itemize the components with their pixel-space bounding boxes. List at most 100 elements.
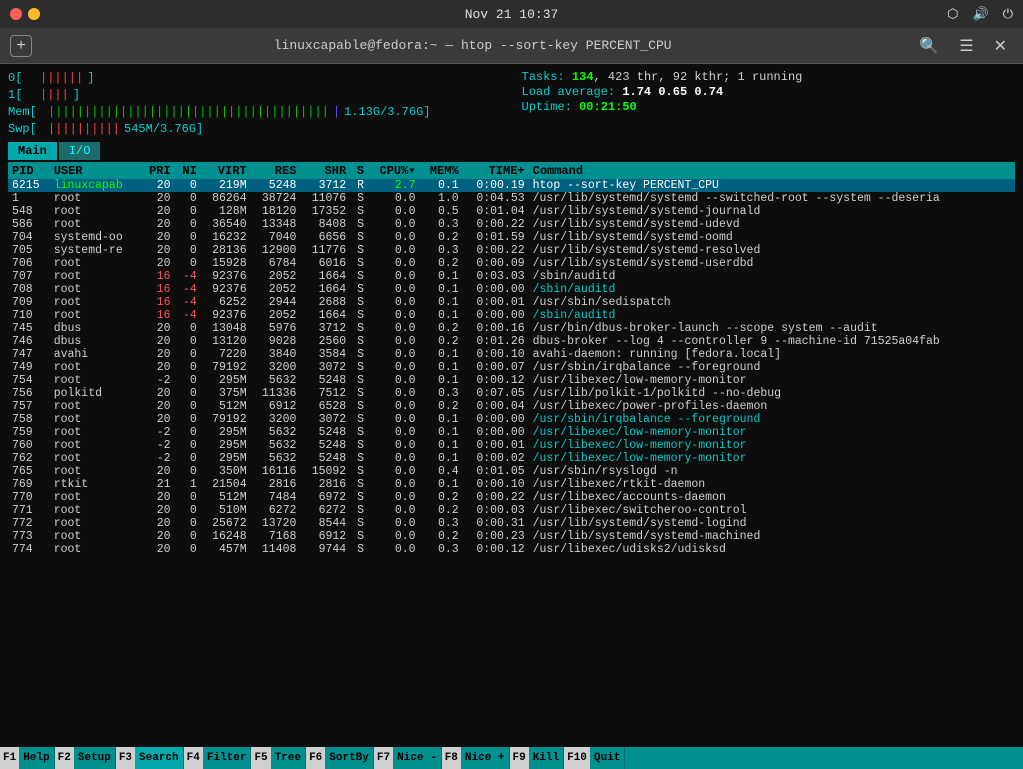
table-row[interactable]: 765 root 20 0 350M 16116 15092 S 0.0 0.4… [8, 465, 1015, 478]
table-row[interactable]: 747 avahi 20 0 7220 3840 3584 S 0.0 0.1 … [8, 348, 1015, 361]
res-cell: 6784 [251, 257, 301, 270]
user-cell: linuxcapab [50, 179, 140, 192]
time-cell: 0:00.01 [463, 439, 529, 452]
res-cell: 7168 [251, 530, 301, 543]
table-row[interactable]: 548 root 20 0 128M 18120 17352 S 0.0 0.5… [8, 205, 1015, 218]
shr-cell: 11776 [300, 244, 350, 257]
shr-cell: 11076 [300, 192, 350, 205]
fkey-nice -[interactable]: F7Nice - [374, 747, 442, 769]
table-row[interactable]: 760 root -2 0 295M 5632 5248 S 0.0 0.1 0… [8, 439, 1015, 452]
table-row[interactable]: 749 root 20 0 79192 3200 3072 S 0.0 0.1 … [8, 361, 1015, 374]
res-cell: 5632 [251, 374, 301, 387]
tab-io[interactable]: I/O [59, 142, 101, 160]
fkey-kill[interactable]: F9Kill [510, 747, 565, 769]
shr-cell: 8408 [300, 218, 350, 231]
table-row[interactable]: 759 root -2 0 295M 5632 5248 S 0.0 0.1 0… [8, 426, 1015, 439]
pri-cell: 16 [140, 296, 175, 309]
virt-cell: 92376 [201, 309, 251, 322]
table-row[interactable]: 708 root 16 -4 92376 2052 1664 S 0.0 0.1… [8, 283, 1015, 296]
fkey-label-6: Nice - [393, 747, 442, 769]
table-row[interactable]: 762 root -2 0 295M 5632 5248 S 0.0 0.1 0… [8, 452, 1015, 465]
table-row[interactable]: 586 root 20 0 36540 13348 8408 S 0.0 0.3… [8, 218, 1015, 231]
virt-cell: 295M [201, 426, 251, 439]
mem-cell: 0.1 [420, 439, 463, 452]
table-row[interactable]: 707 root 16 -4 92376 2052 1664 S 0.0 0.1… [8, 270, 1015, 283]
time-cell: 0:00.10 [463, 478, 529, 491]
table-row[interactable]: 770 root 20 0 512M 7484 6972 S 0.0 0.2 0… [8, 491, 1015, 504]
pid-cell: 759 [8, 426, 50, 439]
col-user: USER [50, 162, 140, 179]
tab-main[interactable]: Main [8, 142, 57, 160]
s-cell: S [350, 335, 368, 348]
fkey-filter[interactable]: F4Filter [184, 747, 252, 769]
table-row[interactable]: 754 root -2 0 295M 5632 5248 S 0.0 0.1 0… [8, 374, 1015, 387]
cpu-cell: 0.0 [368, 400, 420, 413]
cmd-cell: /usr/libexec/switcheroo-control [529, 504, 1015, 517]
res-cell: 3200 [251, 413, 301, 426]
close-window-btn[interactable] [10, 8, 22, 20]
user-cell: root [50, 426, 140, 439]
pri-cell: 20 [140, 530, 175, 543]
pid-cell: 707 [8, 270, 50, 283]
table-row[interactable]: 773 root 20 0 16248 7168 6912 S 0.0 0.2 … [8, 530, 1015, 543]
fkey-num-2: F3 [116, 747, 135, 769]
menu-button[interactable]: ☰ [953, 34, 979, 58]
pri-cell: 20 [140, 400, 175, 413]
table-row[interactable]: 756 polkitd 20 0 375M 11336 7512 S 0.0 0… [8, 387, 1015, 400]
table-row[interactable]: 771 root 20 0 510M 6272 6272 S 0.0 0.2 0… [8, 504, 1015, 517]
virt-cell: 128M [201, 205, 251, 218]
virt-cell: 15928 [201, 257, 251, 270]
minimize-window-btn[interactable] [28, 8, 40, 20]
pri-cell: 20 [140, 413, 175, 426]
table-row[interactable]: 704 systemd-oo 20 0 16232 7040 6656 S 0.… [8, 231, 1015, 244]
pri-cell: -2 [140, 426, 175, 439]
fkey-search[interactable]: F3Search [116, 747, 184, 769]
pid-cell: 704 [8, 231, 50, 244]
fkey-quit[interactable]: F10Quit [564, 747, 625, 769]
fkey-nice +[interactable]: F8Nice + [442, 747, 510, 769]
table-row[interactable]: 758 root 20 0 79192 3200 3072 S 0.0 0.1 … [8, 413, 1015, 426]
pid-cell: 760 [8, 439, 50, 452]
table-row[interactable]: 772 root 20 0 25672 13720 8544 S 0.0 0.3… [8, 517, 1015, 530]
pri-cell: 20 [140, 244, 175, 257]
cmd-cell: /sbin/auditd [529, 309, 1015, 322]
table-row[interactable]: 746 dbus 20 0 13120 9028 2560 S 0.0 0.2 … [8, 335, 1015, 348]
cmd-cell: /usr/lib/systemd/systemd-journald [529, 205, 1015, 218]
mem-cell: 0.1 [420, 179, 463, 192]
ni-cell: -4 [175, 283, 201, 296]
uptime-info: Uptime: 00:21:50 [522, 100, 1016, 114]
fkey-setup[interactable]: F2Setup [55, 747, 116, 769]
fkey-tree[interactable]: F5Tree [251, 747, 306, 769]
table-row[interactable]: 709 root 16 -4 6252 2944 2688 S 0.0 0.1 … [8, 296, 1015, 309]
virt-cell: 6252 [201, 296, 251, 309]
new-tab-button[interactable]: + [10, 35, 32, 57]
fkey-num-0: F1 [0, 747, 19, 769]
fkey-sortby[interactable]: F6SortBy [306, 747, 374, 769]
table-row[interactable]: 705 systemd-re 20 0 28136 12900 11776 S … [8, 244, 1015, 257]
volume-icon: 🔊 [973, 7, 989, 22]
pid-cell: 709 [8, 296, 50, 309]
table-row[interactable]: 769 rtkit 21 1 21504 2816 2816 S 0.0 0.1… [8, 478, 1015, 491]
close-button[interactable]: ✕ [988, 34, 1013, 58]
search-button[interactable]: 🔍 [913, 34, 945, 58]
table-row[interactable]: 757 root 20 0 512M 6912 6528 S 0.0 0.2 0… [8, 400, 1015, 413]
fkey-num-3: F4 [184, 747, 203, 769]
shr-cell: 3712 [300, 179, 350, 192]
mem-cell: 0.1 [420, 270, 463, 283]
fkey-help[interactable]: F1Help [0, 747, 55, 769]
pri-cell: 20 [140, 517, 175, 530]
s-cell: S [350, 244, 368, 257]
user-cell: root [50, 413, 140, 426]
user-cell: root [50, 309, 140, 322]
table-row[interactable]: 1 root 20 0 86264 38724 11076 S 0.0 1.0 … [8, 192, 1015, 205]
table-row[interactable]: 745 dbus 20 0 13048 5976 3712 S 0.0 0.2 … [8, 322, 1015, 335]
shr-cell: 6016 [300, 257, 350, 270]
table-row[interactable]: 706 root 20 0 15928 6784 6016 S 0.0 0.2 … [8, 257, 1015, 270]
virt-cell: 295M [201, 452, 251, 465]
pid-cell: 6215 [8, 179, 50, 192]
fkey-num-8: F9 [510, 747, 529, 769]
table-row[interactable]: 6215 linuxcapab 20 0 219M 5248 3712 R 2.… [8, 179, 1015, 192]
table-row[interactable]: 710 root 16 -4 92376 2052 1664 S 0.0 0.1… [8, 309, 1015, 322]
cpu-cell: 0.0 [368, 478, 420, 491]
table-row[interactable]: 774 root 20 0 457M 11408 9744 S 0.0 0.3 … [8, 543, 1015, 556]
